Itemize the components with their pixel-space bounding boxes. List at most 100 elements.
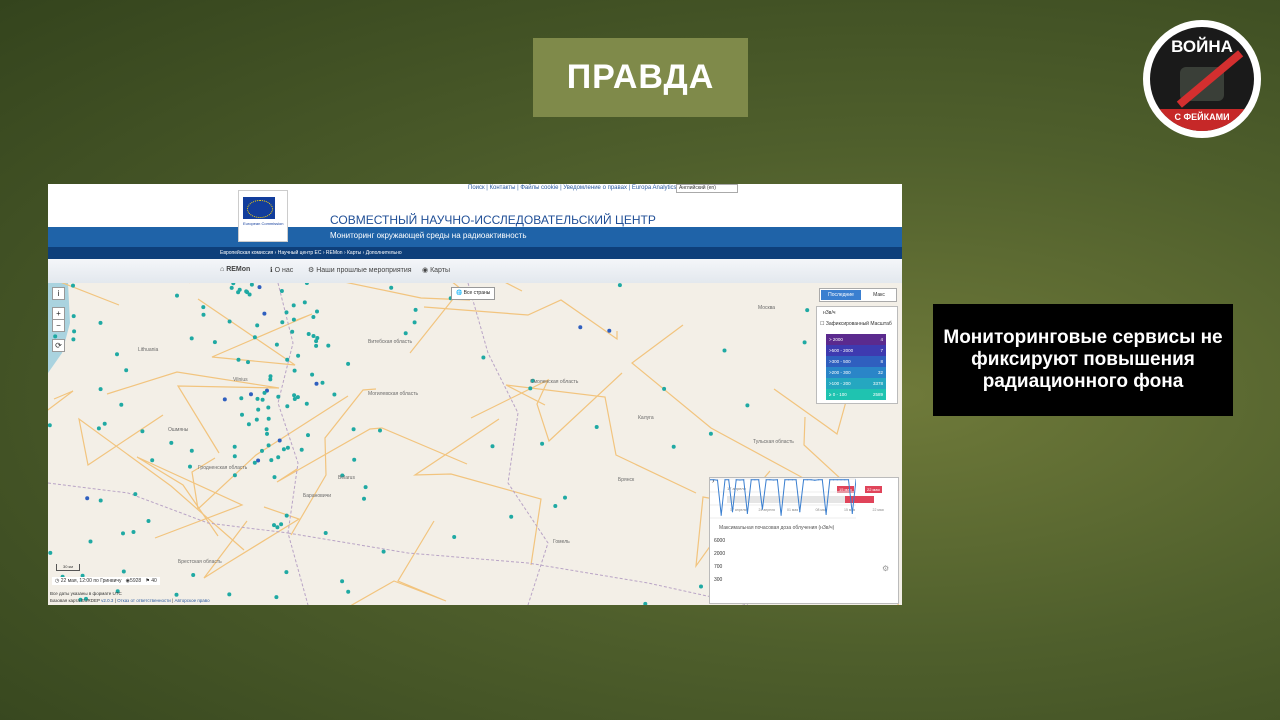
station-dot[interactable] [189, 448, 194, 453]
station-dot[interactable] [403, 331, 408, 336]
station-dot[interactable] [617, 283, 622, 288]
station-dot[interactable] [284, 570, 289, 575]
station-dot[interactable] [260, 397, 265, 402]
station-dot[interactable] [268, 374, 273, 379]
station-dot[interactable] [389, 285, 394, 290]
station-dot[interactable] [722, 348, 727, 353]
station-dot[interactable] [201, 305, 206, 310]
station-dot[interactable] [662, 386, 667, 391]
station-dot[interactable] [269, 458, 274, 463]
station-dot[interactable] [169, 440, 174, 445]
station-dot[interactable] [452, 535, 457, 539]
station-dot[interactable] [699, 584, 703, 589]
station-dot[interactable] [802, 340, 807, 345]
reset-view-button[interactable]: ⟳ [52, 339, 65, 352]
station-dot[interactable] [227, 592, 232, 597]
station-dot[interactable] [563, 495, 567, 500]
station-dot[interactable] [296, 353, 301, 358]
station-dot[interactable] [306, 433, 310, 438]
station-dot[interactable] [71, 283, 75, 288]
station-dot[interactable] [594, 425, 599, 429]
station-dot[interactable] [346, 361, 351, 366]
station-dot[interactable] [311, 334, 316, 338]
radiation-map[interactable]: Lithuania Vilnius Belarus Москва Калуга Брянс… [48, 283, 902, 605]
station-dot[interactable] [256, 407, 261, 412]
station-dot[interactable] [229, 285, 234, 290]
station-dot[interactable] [212, 340, 217, 345]
station-dot[interactable] [315, 336, 320, 340]
station-dot[interactable] [315, 309, 319, 314]
station-dot[interactable] [292, 393, 297, 398]
tab-max[interactable]: Макс [864, 290, 894, 300]
station-dot[interactable] [340, 579, 345, 584]
station-dot[interactable] [509, 514, 514, 519]
station-dot[interactable] [311, 315, 316, 319]
station-dot[interactable] [290, 329, 295, 334]
nav-about[interactable]: ℹ О нас [270, 266, 293, 274]
nav-remon[interactable]: ⌂ REMon [220, 266, 250, 273]
station-dot[interactable] [291, 303, 296, 308]
all-countries-button[interactable]: 🌐 Все страны [451, 287, 496, 300]
tab-latest[interactable]: Последние [821, 290, 861, 300]
station-dot[interactable] [332, 392, 337, 397]
nav-past-events[interactable]: ⚙ Наши прошлые мероприятия [308, 266, 412, 274]
station-dot[interactable] [188, 464, 192, 469]
legend-row[interactable]: ≥ 0 - 100 2589 [826, 389, 886, 400]
station-dot[interactable] [98, 320, 103, 325]
station-dot[interactable] [201, 312, 206, 317]
station-dot[interactable] [272, 475, 277, 480]
station-dot[interactable] [255, 323, 260, 328]
station-dot[interactable] [121, 569, 126, 574]
station-dot[interactable] [239, 396, 244, 401]
station-dot[interactable] [244, 289, 249, 294]
station-dot[interactable] [88, 539, 93, 544]
station-dot[interactable] [252, 460, 257, 465]
language-select[interactable]: Английский (en) [676, 184, 738, 193]
station-dot[interactable] [232, 444, 237, 449]
station-dot[interactable] [805, 308, 810, 313]
station-dot[interactable] [285, 404, 290, 409]
station-dot[interactable] [481, 355, 486, 360]
station-dot[interactable] [285, 445, 290, 450]
station-dot[interactable] [285, 357, 290, 362]
station-dot[interactable] [292, 397, 297, 401]
station-dot[interactable] [124, 368, 129, 373]
station-dot[interactable] [96, 426, 101, 431]
station-dot[interactable] [352, 457, 357, 462]
station-dot[interactable] [237, 287, 242, 292]
legend-row[interactable]: > 2000 4 [826, 334, 886, 345]
station-dot[interactable] [71, 337, 76, 342]
station-dot[interactable] [304, 401, 309, 406]
station-dot[interactable] [240, 412, 244, 417]
station-dot[interactable] [292, 368, 297, 373]
station-dot[interactable] [246, 360, 250, 365]
station-dot[interactable] [119, 402, 124, 407]
station-dot[interactable] [133, 492, 138, 497]
legend-row[interactable]: >200 - 300 32 [826, 367, 886, 378]
station-dot[interactable] [299, 447, 304, 452]
station-dot[interactable] [85, 496, 90, 501]
station-dot[interactable] [412, 320, 417, 325]
station-dot[interactable] [314, 343, 319, 348]
settings-icon[interactable]: ⚙ [882, 564, 889, 573]
station-dot[interactable] [249, 392, 253, 397]
station-dot[interactable] [255, 396, 260, 401]
station-dot[interactable] [306, 332, 311, 336]
station-dot[interactable] [266, 416, 271, 421]
station-dot[interactable] [314, 381, 319, 386]
station-dot[interactable] [222, 397, 227, 402]
station-dot[interactable] [528, 386, 533, 391]
station-dot[interactable] [191, 573, 196, 577]
breadcrumb[interactable]: Европейская комиссия › Научный центр ЕС … [220, 250, 402, 256]
station-dot[interactable] [98, 387, 103, 392]
station-dot[interactable] [174, 592, 179, 597]
legend-row[interactable]: >100 - 200 3378 [826, 378, 886, 389]
station-dot[interactable] [362, 496, 366, 501]
station-dot[interactable] [326, 343, 331, 348]
station-dot[interactable] [279, 522, 284, 527]
station-dot[interactable] [227, 319, 232, 324]
station-dot[interactable] [252, 335, 257, 340]
station-dot[interactable] [272, 523, 276, 528]
station-dot[interactable] [284, 310, 289, 315]
station-dot[interactable] [745, 403, 750, 408]
